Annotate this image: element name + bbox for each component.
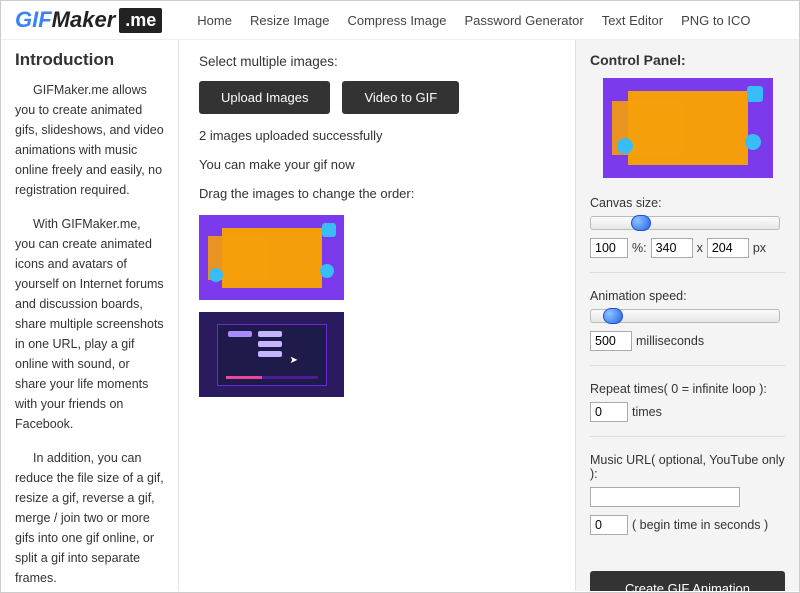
nav-resize[interactable]: Resize Image: [250, 13, 329, 28]
repeat-section: Repeat times( 0 = infinite loop ): times: [590, 382, 785, 437]
make-status: You can make your gif now: [199, 157, 555, 172]
music-section: Music URL( optional, YouTube only ): ( b…: [590, 453, 785, 549]
canvas-size-label: Canvas size:: [590, 196, 785, 210]
play-icon: [322, 223, 336, 237]
drag-instruction: Drag the images to change the order:: [199, 186, 555, 201]
upload-images-button[interactable]: Upload Images: [199, 81, 330, 114]
nav-password[interactable]: Password Generator: [464, 13, 583, 28]
logo-me: .me: [119, 8, 162, 33]
speed-unit: milliseconds: [636, 334, 704, 348]
preview-badge-icon: [745, 134, 761, 150]
speed-section: Animation speed: milliseconds: [590, 289, 785, 366]
thumbnails: ➤: [199, 215, 555, 397]
thumbnail-1-image: [222, 228, 322, 288]
badge-icon: [320, 264, 334, 278]
canvas-section: Canvas size: %: x px: [590, 196, 785, 273]
music-url-input[interactable]: [590, 487, 740, 507]
control-panel: Control Panel: Canvas size: %: x px Anim…: [575, 40, 799, 591]
canvas-width-input[interactable]: [651, 238, 693, 258]
preview-play-icon: [747, 86, 763, 102]
repeat-label: Repeat times( 0 = infinite loop ):: [590, 382, 785, 396]
nav-compress[interactable]: Compress Image: [347, 13, 446, 28]
main-area: Select multiple images: Upload Images Vi…: [179, 40, 575, 591]
sidebar-intro: Introduction GIFMaker.me allows you to c…: [1, 40, 179, 591]
layout: Introduction GIFMaker.me allows you to c…: [1, 40, 799, 591]
canvas-height-input[interactable]: [707, 238, 749, 258]
preview-like-icon: [617, 138, 633, 154]
speed-slider[interactable]: [590, 309, 780, 323]
like-icon: [209, 268, 223, 282]
logo-maker: Maker: [52, 7, 116, 33]
preview-image-content: [628, 91, 748, 165]
slider-knob[interactable]: [631, 215, 651, 231]
intro-p2: With GIFMaker.me, you can create animate…: [15, 214, 164, 434]
thumbnail-1[interactable]: [199, 215, 344, 300]
cursor-icon: ➤: [290, 355, 298, 366]
percent-symbol: %:: [632, 241, 647, 255]
intro-p1: GIFMaker.me allows you to create animate…: [15, 80, 164, 200]
nav-pngico[interactable]: PNG to ICO: [681, 13, 750, 28]
preview-image: [603, 78, 773, 178]
px-symbol: px: [753, 241, 766, 255]
upload-status: 2 images uploaded successfully: [199, 128, 555, 143]
x-symbol: x: [697, 241, 703, 255]
music-time-input[interactable]: [590, 515, 628, 535]
speed-label: Animation speed:: [590, 289, 785, 303]
repeat-input[interactable]: [590, 402, 628, 422]
thumbnail-2[interactable]: ➤: [199, 312, 344, 397]
repeat-unit: times: [632, 405, 662, 419]
canvas-size-slider[interactable]: [590, 216, 780, 230]
create-gif-button[interactable]: Create GIF Animation: [590, 571, 785, 591]
header: GIF Maker .me Home Resize Image Compress…: [1, 1, 799, 40]
speed-input[interactable]: [590, 331, 632, 351]
logo-gif: GIF: [15, 7, 52, 33]
nav-home[interactable]: Home: [197, 13, 232, 28]
music-time-label: ( begin time in seconds ): [632, 518, 768, 532]
intro-heading: Introduction: [15, 50, 164, 70]
logo[interactable]: GIF Maker .me: [15, 7, 162, 33]
canvas-percent-input[interactable]: [590, 238, 628, 258]
upload-buttons: Upload Images Video to GIF: [199, 81, 555, 114]
video-to-gif-button[interactable]: Video to GIF: [342, 81, 459, 114]
thumbnail-2-image: ➤: [217, 324, 327, 386]
music-label: Music URL( optional, YouTube only ):: [590, 453, 785, 481]
speed-slider-knob[interactable]: [603, 308, 623, 324]
nav-texteditor[interactable]: Text Editor: [602, 13, 663, 28]
nav: Home Resize Image Compress Image Passwor…: [197, 13, 750, 28]
select-label: Select multiple images:: [199, 54, 555, 69]
control-panel-title: Control Panel:: [590, 52, 785, 68]
intro-p3: In addition, you can reduce the file siz…: [15, 448, 164, 588]
